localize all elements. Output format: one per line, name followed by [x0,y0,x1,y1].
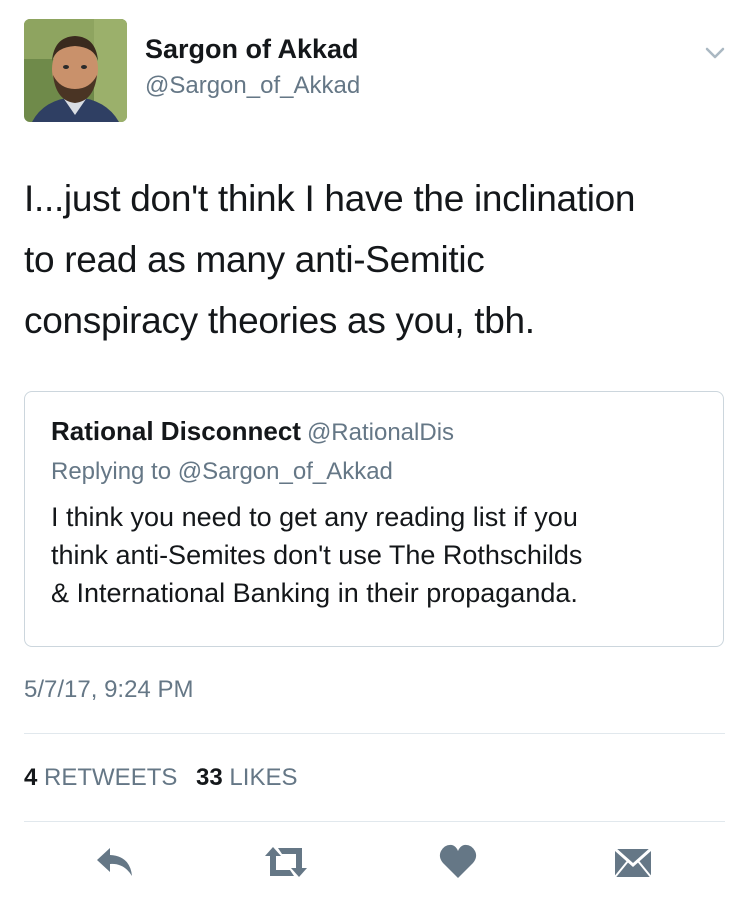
avatar[interactable] [24,19,127,122]
quoted-author: Rational Disconnect @RationalDis [51,416,454,447]
like-label: LIKES [229,764,298,791]
tweet-text-line: to read as many anti-Semitic [24,239,485,280]
quoted-text-line: & International Banking in their propaga… [51,578,578,608]
quoted-text-line: think anti-Semites don't use The Rothsch… [51,540,583,570]
engagement-stats: 4 RETWEETS 33 LIKES [24,764,297,792]
author-name[interactable]: Sargon of Akkad [145,34,359,65]
heart-icon [439,844,477,878]
retweet-count: 4 [24,764,38,791]
chevron-down-icon[interactable] [705,46,725,60]
like-stat[interactable]: 33 LIKES [196,764,297,791]
tweet-text-line: I...just don't think I have the inclinat… [24,178,636,219]
quoted-author-handle: @RationalDis [306,419,455,446]
quoted-text: I think you need to get any reading list… [51,498,711,612]
timestamp[interactable]: 5/7/17, 9:24 PM [24,676,193,704]
envelope-icon [614,847,652,878]
reply-button[interactable] [94,842,136,887]
retweet-icon [265,847,307,877]
reply-icon [97,848,132,876]
quoted-text-line: I think you need to get any reading list… [51,502,578,532]
retweet-stat[interactable]: 4 RETWEETS [24,764,177,791]
divider [24,733,725,734]
like-button[interactable] [438,842,478,887]
tweet-text-line: conspiracy theories as you, tbh. [24,300,535,341]
retweet-label: RETWEETS [44,764,178,791]
author-handle[interactable]: @Sargon_of_Akkad [145,72,360,100]
quoted-tweet[interactable]: Rational Disconnect @RationalDis Replying… [24,391,724,647]
quoted-author-name: Rational Disconnect [51,416,301,446]
direct-message-button[interactable] [612,842,654,887]
divider [24,821,725,822]
retweet-button[interactable] [262,842,310,887]
like-count: 33 [196,764,223,791]
replying-to: Replying to @Sargon_of_Akkad [51,458,393,485]
tweet-text: I...just don't think I have the inclinat… [24,168,724,351]
